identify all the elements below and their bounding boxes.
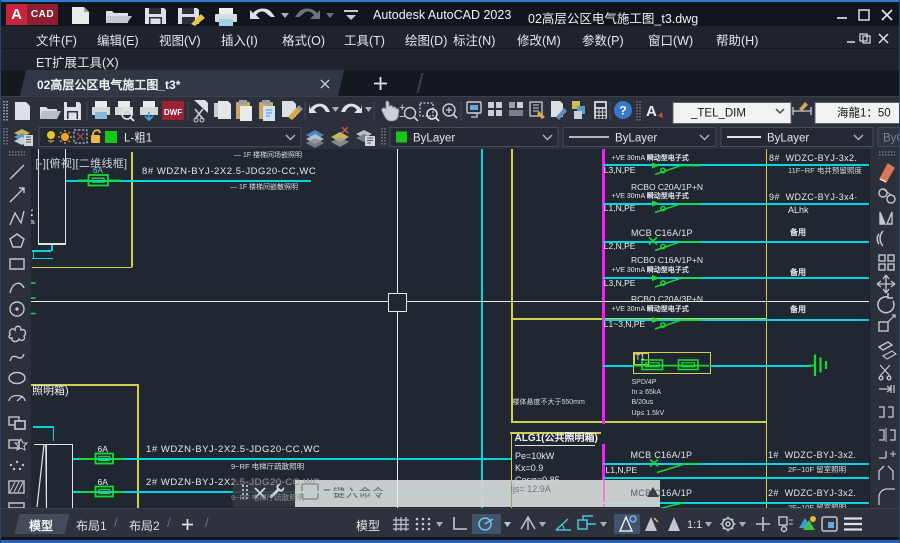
svg-text:A: A (646, 103, 657, 120)
svg-text:海龍1：50: 海龍1：50 (837, 106, 891, 120)
svg-text:ByLayer: ByLayer (413, 133, 455, 145)
svg-text:L-粗1: L-粗1 (124, 132, 152, 145)
svg-text:_TEL_DIM: _TEL_DIM (690, 108, 746, 120)
svg-text:?: ? (619, 104, 626, 118)
svg-text:1:1: 1:1 (687, 519, 702, 531)
svg-text:ByLayer: ByLayer (615, 133, 657, 145)
svg-text:ByLayer: ByLayer (767, 133, 809, 145)
svg-text:ByCol: ByCol (883, 133, 900, 145)
svg-text:DWF: DWF (164, 108, 182, 117)
